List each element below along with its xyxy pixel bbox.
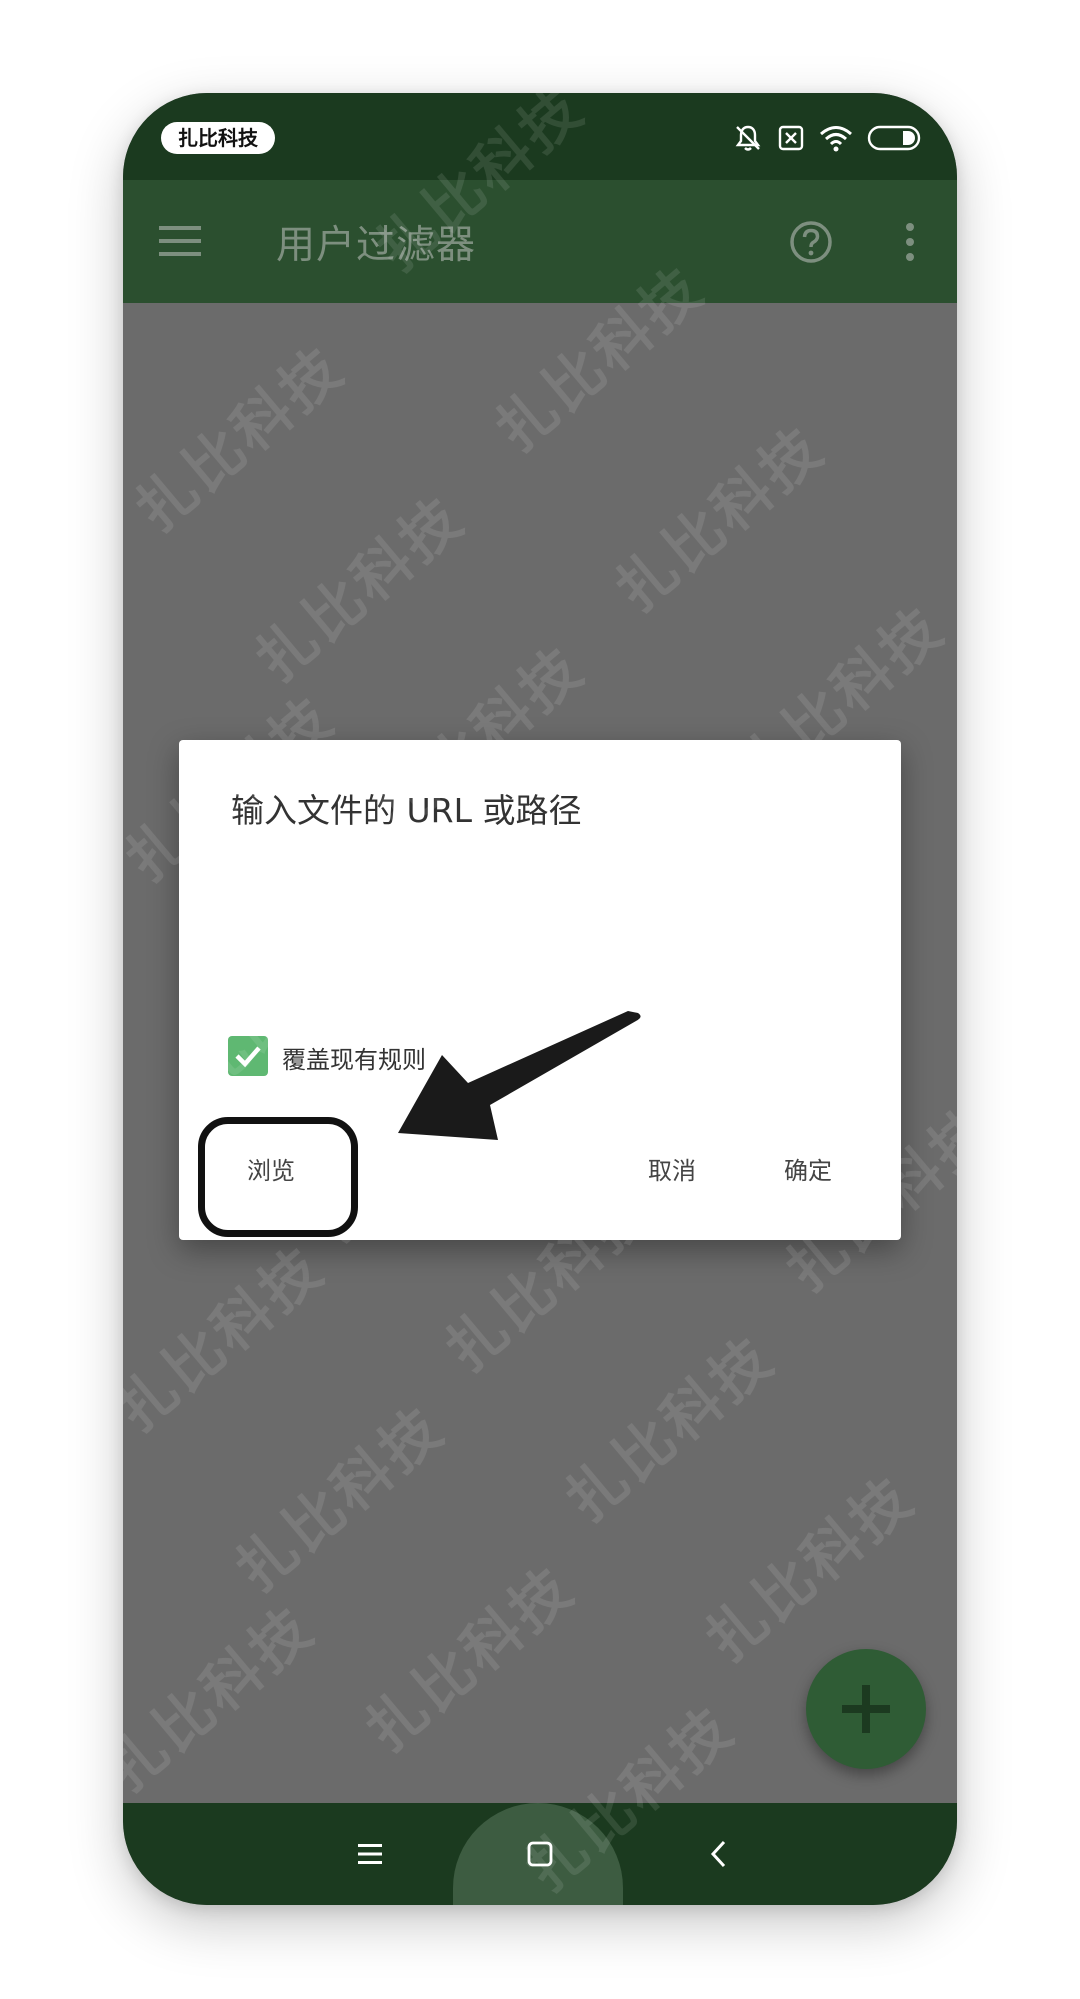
overflow-icon[interactable] [903, 222, 917, 262]
recents-icon[interactable] [355, 1839, 385, 1869]
home-icon[interactable] [525, 1839, 555, 1869]
checkbox-label[interactable]: 覆盖现有规则 [282, 1040, 426, 1075]
battery-icon [867, 125, 921, 151]
dialog-title: 输入文件的 URL 或路径 [231, 791, 582, 830]
app-bar: 用户过滤器 [123, 180, 957, 303]
phone-frame: 扎比科技 用户过滤器 输入文件的 URL 或路径 覆盖现有规则 浏览 取消 确定 [123, 93, 957, 1905]
app-title: 用户过滤器 [276, 223, 477, 268]
sim-x-icon [778, 125, 804, 151]
brand-badge: 扎比科技 [161, 122, 275, 154]
screenshot-stage: 扎比科技 用户过滤器 输入文件的 URL 或路径 覆盖现有规则 浏览 取消 确定 [0, 0, 1080, 1999]
menu-icon[interactable] [159, 225, 201, 257]
cancel-button[interactable]: 取消 [648, 1156, 696, 1186]
status-icons [733, 121, 921, 155]
add-rule-fab[interactable] [806, 1649, 926, 1769]
overwrite-rules-checkbox[interactable] [228, 1036, 268, 1076]
ok-button[interactable]: 确定 [784, 1156, 832, 1186]
checkmark-icon [235, 1046, 261, 1068]
navigation-bar [123, 1803, 957, 1905]
bell-off-icon [735, 125, 761, 151]
import-dialog: 输入文件的 URL 或路径 覆盖现有规则 浏览 取消 确定 [179, 740, 901, 1240]
back-icon[interactable] [705, 1839, 735, 1869]
wifi-icon [820, 126, 852, 152]
help-icon[interactable] [789, 220, 833, 264]
plus-icon [842, 1685, 890, 1733]
status-bar: 扎比科技 [123, 93, 957, 180]
browse-button[interactable]: 浏览 [247, 1156, 295, 1186]
